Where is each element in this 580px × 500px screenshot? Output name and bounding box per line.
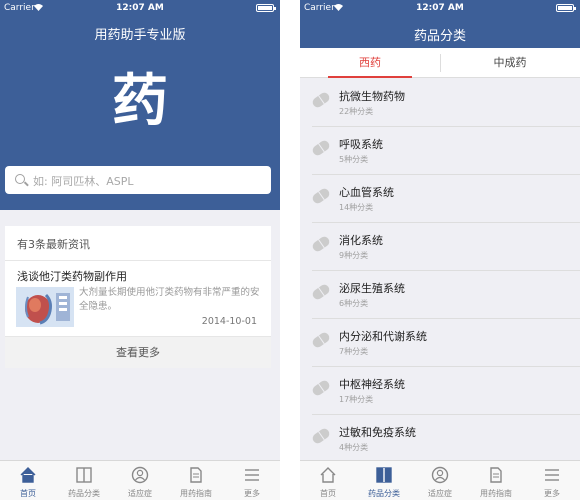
news-date: 2014-10-01	[201, 316, 257, 327]
tab-3[interactable]: 用药指南	[168, 461, 224, 500]
category-name: 心血管系统	[339, 186, 394, 199]
tab-bar: 首页 药品分类 适应症 用药指南 更多	[0, 460, 280, 500]
search-input[interactable]: 如: 阿司匹林、ASPL	[5, 166, 271, 194]
document-icon	[487, 466, 505, 484]
tab-label: 首页	[20, 489, 36, 498]
tab-bar: 首页 药品分类 适应症 用药指南 更多	[300, 460, 580, 500]
pill-icon	[310, 378, 332, 398]
logo-char: 药	[112, 69, 168, 134]
home-screen: Carrier 12:07 AM 用药助手专业版 药 如: 阿司匹林、ASPL …	[0, 0, 280, 500]
battery-icon	[256, 4, 276, 12]
tab-1[interactable]: 药品分类	[56, 461, 112, 500]
person-icon	[431, 466, 449, 484]
app-title: 用药助手专业版	[94, 28, 186, 43]
home-icon	[19, 466, 37, 484]
search-placeholder: 如: 阿司匹林、ASPL	[33, 175, 134, 188]
list-item[interactable]: 消化系统 9种分类	[300, 223, 580, 271]
category-count: 14种分类	[339, 203, 374, 212]
category-screen: Carrier 12:07 AM 药品分类 西药 中成药 抗微生物药物 22种分类…	[300, 0, 580, 500]
tab-2[interactable]: 适应症	[412, 461, 468, 500]
category-count: 22种分类	[339, 107, 374, 116]
tab-label: 用药指南	[180, 489, 212, 498]
category-name: 消化系统	[339, 234, 383, 247]
battery-icon	[556, 4, 576, 12]
category-name: 过敏和免疫系统	[339, 426, 416, 439]
tab-2[interactable]: 适应症	[112, 461, 168, 500]
person-icon	[131, 466, 149, 484]
view-more-button[interactable]: 查看更多	[5, 336, 271, 368]
book-icon	[75, 466, 93, 484]
pill-icon	[310, 138, 332, 158]
tab-0[interactable]: 首页	[0, 461, 56, 500]
category-count: 5种分类	[339, 155, 369, 164]
status-bar: Carrier 12:07 AM	[0, 0, 280, 16]
tab-1[interactable]: 药品分类	[356, 461, 412, 500]
pill-icon	[310, 90, 332, 110]
pill-icon	[310, 330, 332, 350]
tab-label: 用药指南	[480, 489, 512, 498]
tab-4[interactable]: 更多	[224, 461, 280, 500]
tab-4[interactable]: 更多	[524, 461, 580, 500]
pill-icon	[310, 234, 332, 254]
tab-label: 适应症	[128, 489, 152, 498]
tab-label: 首页	[320, 489, 336, 498]
list-item[interactable]: 内分泌和代谢系统 7种分类	[300, 319, 580, 367]
segment-control: 西药 中成药	[300, 48, 580, 78]
news-title[interactable]: 浅谈他汀类药物副作用	[17, 268, 127, 284]
pill-icon	[310, 186, 332, 206]
category-count: 7种分类	[339, 347, 369, 356]
list-item[interactable]: 中枢神经系统 17种分类	[300, 367, 580, 415]
tab-3[interactable]: 用药指南	[468, 461, 524, 500]
tab-label: 更多	[544, 489, 560, 498]
home-icon	[319, 466, 337, 484]
segment-western-medicine[interactable]: 西药	[300, 48, 440, 78]
list-item[interactable]: 过敏和免疫系统 4种分类	[300, 415, 580, 463]
app-logo: 药	[0, 72, 280, 132]
divider	[5, 260, 271, 261]
book-icon	[375, 466, 393, 484]
category-count: 9种分类	[339, 251, 369, 260]
list-item[interactable]: 呼吸系统 5种分类	[300, 127, 580, 175]
category-name: 内分泌和代谢系统	[339, 330, 427, 343]
tab-label: 药品分类	[368, 489, 400, 498]
category-count: 6种分类	[339, 299, 369, 308]
search-icon	[15, 174, 25, 184]
news-summary: 大剂量长期使用他汀类药物有非常严重的安全隐患。	[79, 287, 260, 312]
tab-0[interactable]: 首页	[300, 461, 356, 500]
list-icon	[243, 466, 261, 484]
tab-label: 更多	[244, 489, 260, 498]
news-card: 有3条最新资讯 浅谈他汀类药物副作用 大剂量长期使用他汀类药物有非常严重的安全隐…	[5, 226, 271, 368]
list-item[interactable]: 抗微生物药物 22种分类	[300, 79, 580, 127]
clock: 12:07 AM	[416, 3, 464, 13]
tab-label: 适应症	[428, 489, 452, 498]
document-icon	[187, 466, 205, 484]
pill-icon	[310, 426, 332, 446]
status-bar: Carrier 12:07 AM	[300, 0, 580, 16]
category-name: 中枢神经系统	[339, 378, 405, 391]
clock: 12:07 AM	[116, 3, 164, 13]
category-count: 4种分类	[339, 443, 369, 452]
pill-icon	[310, 282, 332, 302]
category-name: 呼吸系统	[339, 138, 383, 151]
category-count: 17种分类	[339, 395, 374, 404]
news-thumbnail[interactable]	[16, 287, 74, 327]
category-header: Carrier 12:07 AM 药品分类	[300, 0, 580, 48]
list-item[interactable]: 泌尿生殖系统 6种分类	[300, 271, 580, 319]
page-title: 药品分类	[413, 29, 466, 44]
list-icon	[543, 466, 561, 484]
category-name: 抗微生物药物	[339, 90, 405, 103]
tab-label: 药品分类	[68, 489, 100, 498]
segment-chinese-medicine[interactable]: 中成药	[440, 48, 580, 78]
home-header: Carrier 12:07 AM 用药助手专业版 药 如: 阿司匹林、ASPL	[0, 0, 280, 210]
category-name: 泌尿生殖系统	[339, 282, 405, 295]
news-count: 有3条最新资讯	[17, 238, 90, 251]
list-item[interactable]: 心血管系统 14种分类	[300, 175, 580, 223]
